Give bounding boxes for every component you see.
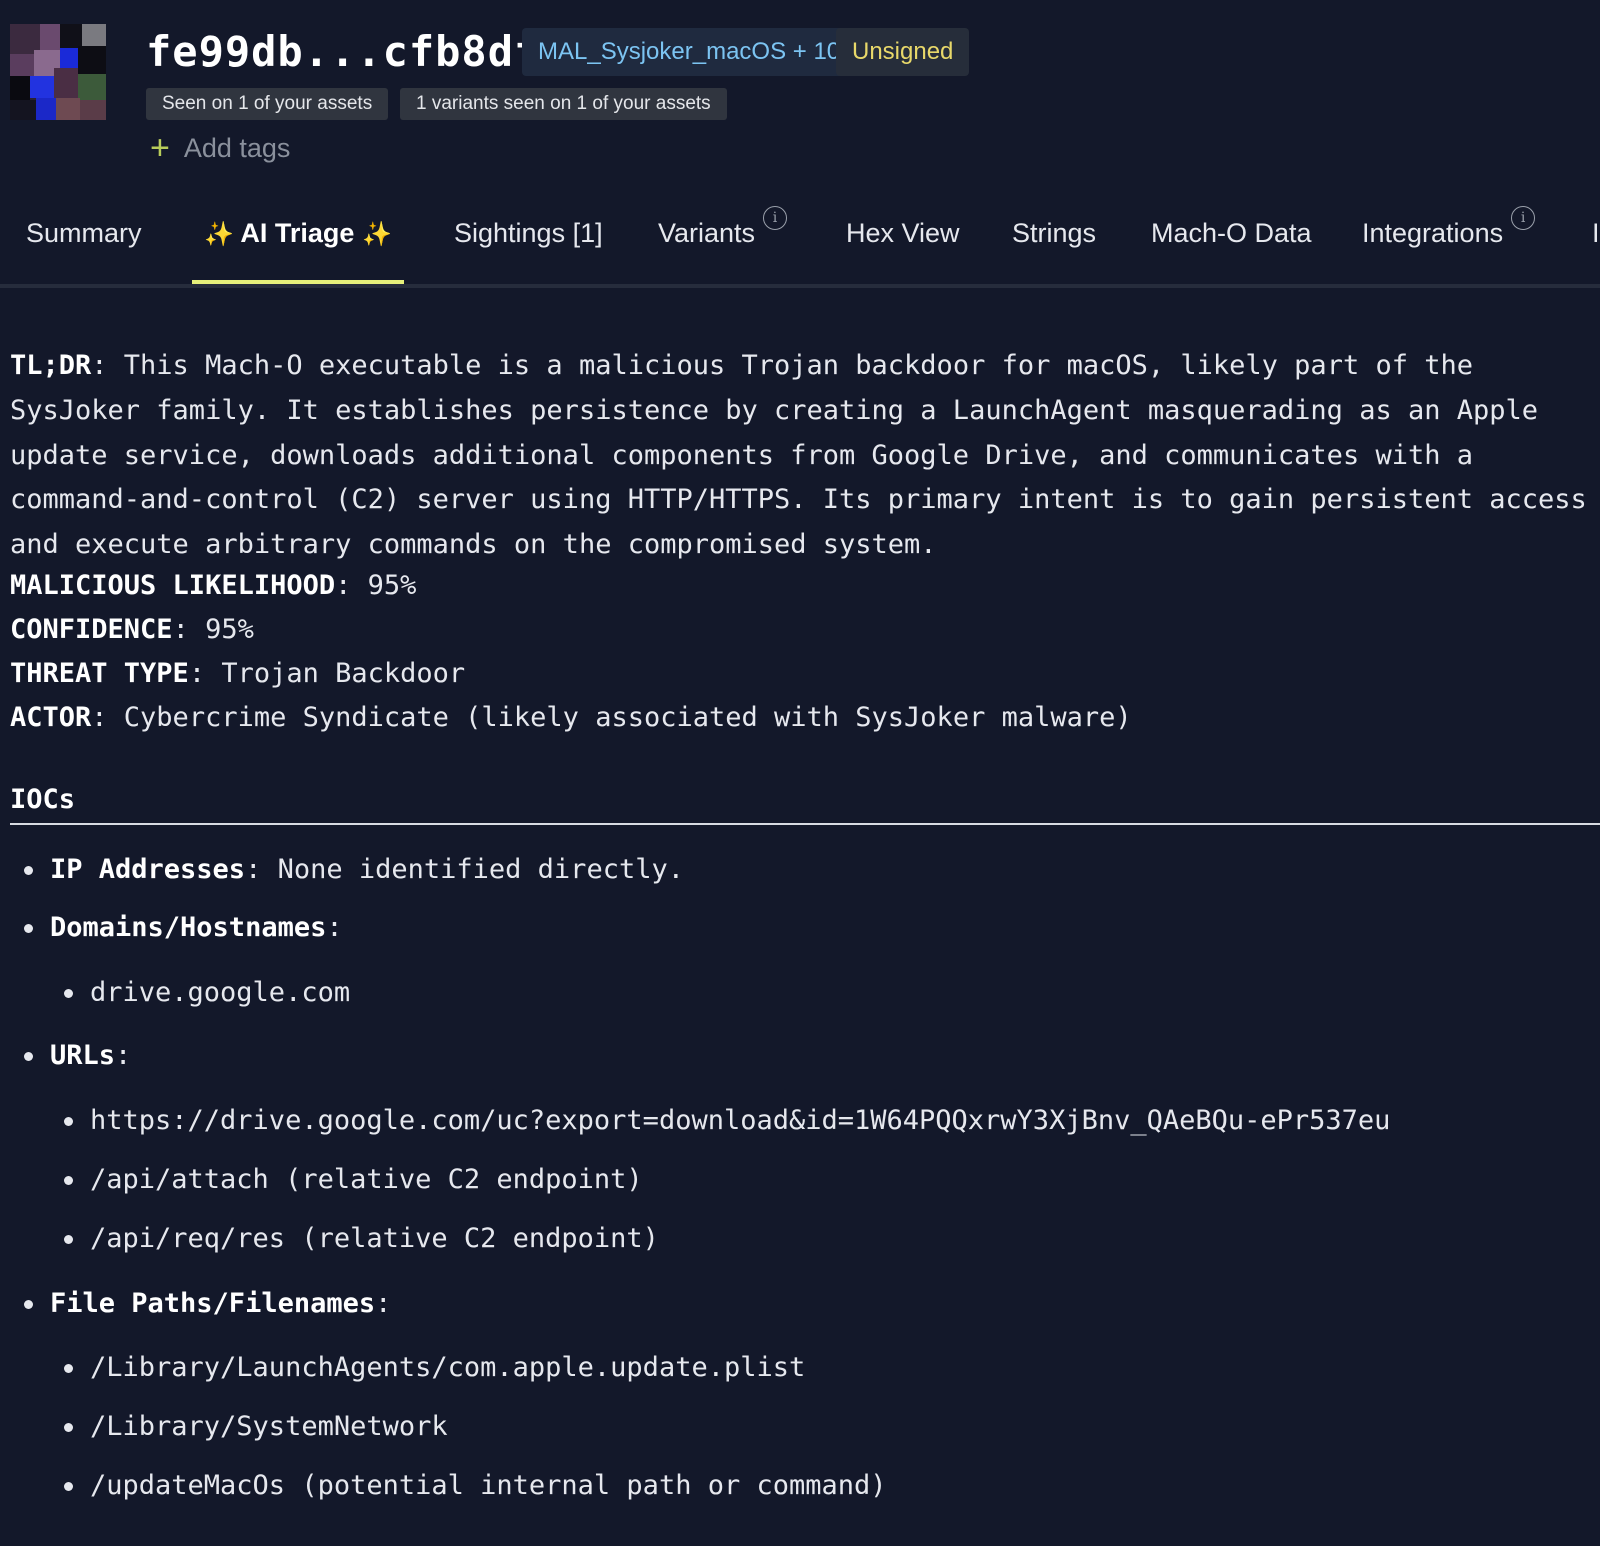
add-tags-button[interactable]: + Add tags: [150, 128, 290, 168]
actor-label: ACTOR: [10, 702, 92, 733]
tab-hex-view-label: Hex View: [846, 218, 960, 248]
domain-item[interactable]: drive.google.com: [63, 973, 350, 1013]
file-visualization-thumbnail: [10, 24, 106, 120]
tab-overflow-partial[interactable]: I: [1592, 218, 1600, 249]
seen-assets-badge[interactable]: Seen on 1 of your assets: [146, 88, 389, 120]
tldr-text: : This Mach-O executable is a malicious …: [10, 350, 1587, 561]
url-item[interactable]: https://drive.google.com/uc?export=downl…: [63, 1101, 1390, 1141]
url-item[interactable]: /api/attach (relative C2 endpoint): [64, 1160, 643, 1200]
likelihood-value: : 95%: [335, 570, 417, 601]
file-paths-label: File Paths/Filenames: [50, 1288, 376, 1319]
tldr-label: TL;DR: [10, 350, 92, 381]
threat-type-value: : Trojan Backdoor: [188, 658, 466, 689]
sparkle-icon: ✨: [204, 221, 234, 248]
list-item: IP Addresses: None identified directly.: [24, 850, 684, 890]
tab-strings[interactable]: Strings: [1012, 218, 1096, 278]
tab-variants[interactable]: Variants i: [658, 206, 788, 278]
info-icon[interactable]: i: [763, 206, 788, 230]
tab-sightings-label: Sightings [1]: [454, 218, 603, 248]
iocs-heading: IOCs: [10, 784, 1600, 825]
list-item: URLs:: [23, 1036, 131, 1076]
tab-macho-data[interactable]: Mach-O Data: [1151, 218, 1312, 278]
tab-integrations-label: Integrations: [1362, 218, 1504, 248]
tldr-paragraph: TL;DR: This Mach-O executable is a malic…: [10, 344, 1595, 568]
urls-label: URLs: [50, 1040, 116, 1071]
file-path-item[interactable]: /Library/LaunchAgents/com.apple.update.p…: [63, 1348, 805, 1388]
tab-summary-label: Summary: [26, 218, 142, 248]
tab-summary[interactable]: Summary: [26, 218, 142, 278]
file-path-item[interactable]: /updateMacOs (potential internal path or…: [64, 1466, 887, 1506]
actor-value: : Cybercrime Syndicate (likely associate…: [91, 702, 1132, 733]
tab-sightings[interactable]: Sightings [1]: [454, 218, 603, 278]
yara-rule-chip[interactable]: MAL_Sysjoker_macOS + 10: [522, 28, 857, 76]
tab-ai-triage-label: AI Triage: [240, 218, 355, 248]
actor-row: ACTOR: Cybercrime Syndicate (likely asso…: [10, 696, 1132, 740]
confidence-label: CONFIDENCE: [10, 614, 173, 645]
confidence-row: CONFIDENCE: 95%: [10, 608, 254, 652]
tab-ai-triage[interactable]: ✨ AI Triage ✨: [192, 218, 404, 284]
tab-hex-view[interactable]: Hex View: [846, 218, 960, 278]
tab-strings-label: Strings: [1012, 218, 1097, 248]
signature-status-chip: Unsigned: [836, 28, 970, 76]
tab-macho-data-label: Mach-O Data: [1151, 218, 1312, 248]
sparkle-icon: ✨: [361, 221, 392, 248]
confidence-value: : 95%: [172, 614, 254, 645]
threat-type-row: THREAT TYPE: Trojan Backdoor: [10, 652, 465, 696]
add-tags-label: Add tags: [183, 132, 291, 163]
likelihood-row: MALICIOUS LIKELIHOOD: 95%: [10, 564, 416, 608]
tab-bar: Summary ✨ AI Triage ✨ Sightings [1] Vari…: [0, 180, 1600, 288]
file-header: fe99db...cfb8df MAL_Sysjoker_macOS + 10 …: [0, 0, 1600, 180]
tab-variants-label: Variants: [658, 218, 756, 248]
file-hash-title: fe99db...cfb8df: [146, 27, 541, 76]
info-icon[interactable]: i: [1511, 206, 1536, 230]
file-path-item[interactable]: /Library/SystemNetwork: [64, 1407, 448, 1447]
domains-label: Domains/Hostnames: [50, 912, 327, 943]
threat-type-label: THREAT TYPE: [10, 658, 189, 689]
url-item[interactable]: /api/req/res (relative C2 endpoint): [64, 1219, 659, 1259]
list-item: File Paths/Filenames:: [23, 1284, 391, 1324]
list-item: Domains/Hostnames:: [24, 908, 343, 948]
ip-addresses-label: IP Addresses: [50, 854, 246, 885]
tab-integrations[interactable]: Integrations i: [1362, 206, 1536, 278]
active-tab-underline: [192, 280, 404, 284]
ip-addresses-value: : None identified directly.: [245, 854, 684, 885]
likelihood-label: MALICIOUS LIKELIHOOD: [10, 570, 336, 601]
variants-seen-badge[interactable]: 1 variants seen on 1 of your assets: [400, 88, 727, 120]
plus-icon: +: [150, 129, 170, 167]
